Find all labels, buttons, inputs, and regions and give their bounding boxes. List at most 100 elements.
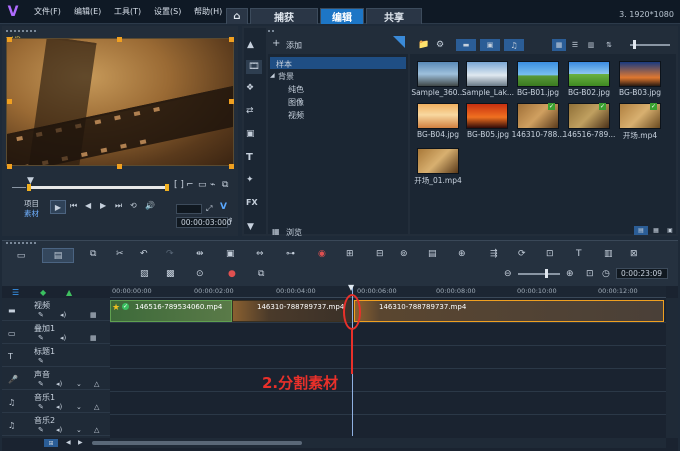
clip-2[interactable]: 146310-788789737.mp4	[232, 300, 354, 322]
tool-icon-5[interactable]: ⊶	[286, 249, 295, 259]
vertical-scrollbar[interactable]	[666, 298, 678, 438]
timecode-stepper-icon[interactable]: ⇕	[228, 217, 233, 224]
next-frame-icon[interactable]: ▶	[100, 201, 106, 210]
triangle-icon[interactable]: △	[94, 403, 99, 411]
chevron-down-icon[interactable]: ⌄	[76, 380, 82, 388]
thumbnail-view-icon[interactable]: ▦	[552, 39, 566, 51]
tool-icon-21[interactable]: ⧉	[258, 269, 264, 279]
home-icon[interactable]: ⌂	[226, 8, 248, 24]
list-view-icon[interactable]: ☰	[568, 39, 582, 51]
media-thumbnail[interactable]	[417, 61, 459, 87]
storyboard-view-icon[interactable]: ▭	[12, 249, 30, 263]
options-icon[interactable]: ▤	[634, 226, 648, 235]
split-audio-icon[interactable]: ⇹	[196, 249, 204, 259]
menu-file[interactable]: 文件(F)	[34, 6, 61, 17]
scroll-down-icon[interactable]: ▼	[247, 222, 254, 232]
record-icon[interactable]: ●	[228, 269, 236, 279]
tool-icon-12[interactable]: ⇶	[490, 249, 498, 259]
timeline-view-icon[interactable]: ▤	[42, 248, 74, 263]
triangle-icon[interactable]: △	[94, 426, 99, 434]
edit-icon[interactable]: ✎	[38, 357, 44, 365]
speaker-icon[interactable]: ◂)	[60, 334, 66, 342]
tool-icon-20[interactable]: ⊙	[196, 269, 204, 279]
trim-out-marker[interactable]	[165, 184, 169, 191]
tool-icon-17[interactable]: ⊠	[630, 249, 638, 259]
tab-edit[interactable]: 编辑	[320, 8, 364, 24]
crop-handle[interactable]	[7, 164, 12, 169]
speaker-icon[interactable]: ◂)	[56, 403, 62, 411]
tool-icon-6[interactable]: ◉	[318, 249, 326, 259]
trim-icon[interactable]: ⌐	[186, 180, 194, 190]
triangle-icon[interactable]: △	[94, 380, 99, 388]
playhead-handle-icon[interactable]: ▼	[348, 283, 354, 292]
tool-icon-1[interactable]: ⧉	[90, 249, 96, 259]
slider-thumb[interactable]	[633, 40, 636, 49]
scroll-thumb[interactable]	[92, 441, 302, 445]
crop-handle[interactable]	[117, 37, 122, 42]
add-icon[interactable]: +	[272, 38, 280, 49]
mark-in-out-button[interactable]: [ ]	[174, 180, 184, 190]
fx-filter-icon[interactable]: FX	[246, 198, 258, 207]
transition-icon[interactable]: ⇄	[246, 106, 254, 116]
media-thumbnail[interactable]	[568, 61, 610, 87]
edit-icon[interactable]: ✎	[38, 334, 44, 342]
crop-handle[interactable]	[229, 99, 234, 104]
tab-capture[interactable]: 捕获	[250, 8, 318, 24]
clip-mode-label[interactable]: 素材	[24, 208, 39, 219]
media-thumbnail[interactable]	[466, 103, 508, 129]
tool-icon-11[interactable]: ⊕	[458, 249, 466, 259]
speaker-icon[interactable]: ◂)	[56, 380, 62, 388]
graphic-icon[interactable]: ✦	[246, 175, 254, 185]
undo-icon[interactable]: ↶	[140, 249, 148, 259]
copy-icon[interactable]: ▭	[198, 180, 207, 190]
scroll-up-icon[interactable]: ▲	[247, 40, 254, 50]
tree-item-sample[interactable]: 样本	[276, 59, 292, 70]
menu-help[interactable]: 帮助(H)	[194, 6, 222, 17]
media-thumbnail[interactable]	[517, 61, 559, 87]
grid-icon[interactable]: ▦	[90, 334, 97, 342]
tool-icon-3[interactable]: ▣	[226, 249, 235, 259]
tool-icon-19[interactable]: ▩	[166, 269, 175, 279]
media-library-icon[interactable]: 🎞	[246, 60, 262, 74]
zoom-slider[interactable]	[518, 273, 560, 275]
edit-icon[interactable]: ✎	[38, 380, 44, 388]
media-thumbnail[interactable]	[417, 103, 459, 129]
tool-icon-8[interactable]: ⊟	[376, 249, 384, 259]
crop-handle[interactable]	[229, 164, 234, 169]
speaker-icon[interactable]: ◂)	[60, 311, 66, 319]
size-select[interactable]	[176, 204, 202, 214]
corner-expand-icon[interactable]	[393, 36, 405, 48]
tree-item-video[interactable]: 视频	[288, 110, 304, 121]
edit-icon[interactable]: ✎	[38, 311, 44, 319]
chapter-icon[interactable]: ◆	[40, 288, 46, 297]
expand-icon[interactable]: ◢	[270, 72, 275, 79]
expand-track-icon[interactable]: ▲	[66, 288, 72, 297]
browse-icon[interactable]: ▦	[272, 227, 280, 236]
prev-icon[interactable]: ◀	[66, 439, 71, 446]
tree-item-background[interactable]: 背景	[278, 71, 294, 82]
track-manager-icon[interactable]: ☰	[12, 288, 19, 297]
tree-item-solid[interactable]: 纯色	[288, 84, 304, 95]
media-thumbnail[interactable]	[619, 61, 661, 87]
tab-share[interactable]: 共享	[366, 8, 422, 24]
play-icon[interactable]: ▶	[50, 200, 66, 214]
go-end-icon[interactable]: ⏭	[115, 201, 122, 211]
scrub-bar[interactable]	[28, 186, 168, 189]
folder-icon[interactable]: 📁	[418, 40, 429, 50]
grid-icon[interactable]: ▦	[90, 311, 97, 319]
tool-icon-13[interactable]: ⟳	[518, 249, 526, 259]
show-audio-icon[interactable]: ♫	[504, 39, 524, 51]
tool-icon-10[interactable]: ▤	[428, 249, 437, 259]
show-photo-icon[interactable]: ▣	[480, 39, 500, 51]
details-view-icon[interactable]: ▥	[584, 39, 598, 51]
tool-icon-7[interactable]: ⊞	[346, 249, 354, 259]
edit-icon[interactable]: ✎	[38, 403, 44, 411]
zoom-in-icon[interactable]: ⊕	[566, 269, 574, 279]
fullscreen-icon[interactable]: ⤢	[206, 204, 212, 214]
tool-icon-9[interactable]: ⊚	[400, 249, 408, 259]
fit-icon[interactable]: ⊡	[586, 269, 594, 279]
next-icon[interactable]: ▶	[78, 439, 83, 446]
clip-1[interactable]: 146516-789534060.mp4	[110, 300, 232, 322]
menu-tools[interactable]: 工具(T)	[114, 6, 141, 17]
tool-icon-4[interactable]: ⇔	[256, 249, 264, 259]
